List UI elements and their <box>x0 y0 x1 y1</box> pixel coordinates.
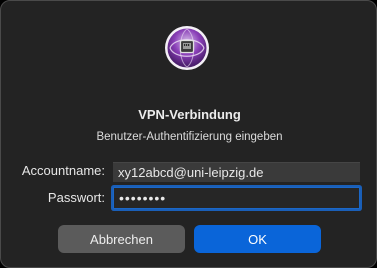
password-label: Passwort: <box>47 190 105 205</box>
dialog-title: VPN-Verbindung <box>138 107 241 122</box>
account-name-label: Accountname: <box>21 163 105 178</box>
ok-button[interactable]: OK <box>194 225 321 253</box>
password-field[interactable] <box>113 187 360 209</box>
vpn-login-dialog: VPN-Verbindung Benutzer-Authentifizierun… <box>0 0 377 268</box>
account-name-field[interactable] <box>113 162 360 182</box>
cancel-button[interactable]: Abbrechen <box>58 225 185 253</box>
vpn-network-icon <box>165 26 209 70</box>
dialog-subtitle: Benutzer-Authentifizierung eingeben <box>96 131 283 143</box>
